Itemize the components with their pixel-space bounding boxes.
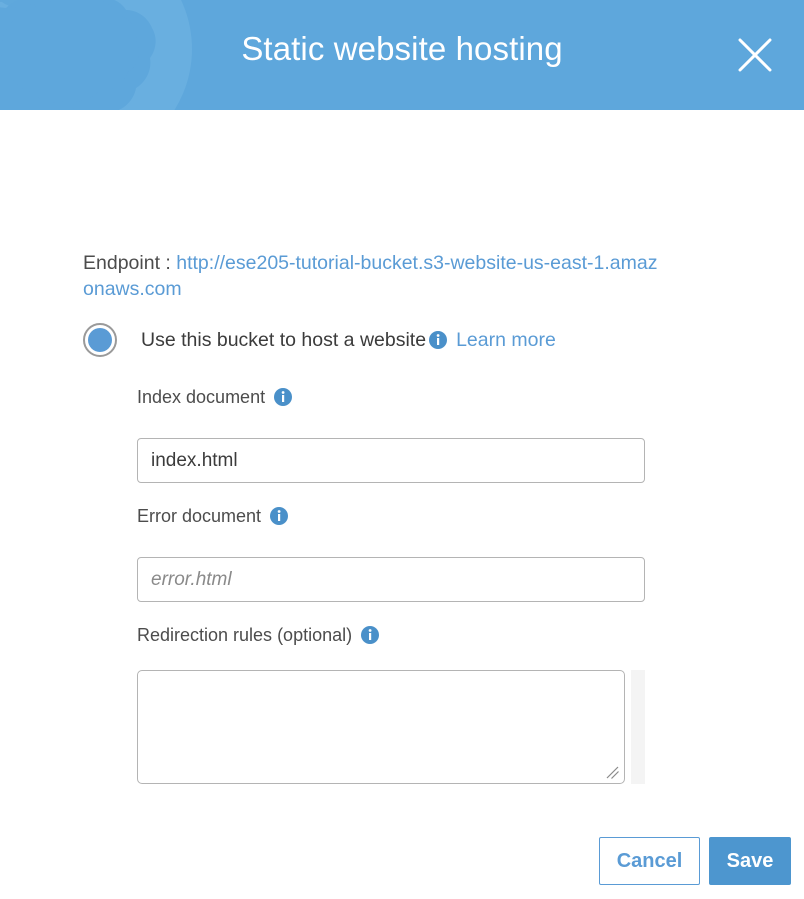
radio-row-use-bucket[interactable]: Use this bucket to host a website Learn m… [83,323,556,357]
redirection-rules-label-text: Redirection rules (optional) [137,625,353,645]
redirection-rules-label: Redirection rules (optional) [137,625,380,646]
textarea-scrollbar-track[interactable] [631,670,645,784]
index-document-label: Index document [137,387,293,408]
info-icon-index-document[interactable] [274,388,293,406]
close-icon[interactable] [732,32,778,78]
dialog-header: Static website hosting [0,0,804,110]
endpoint-row: Endpoint : http://ese205-tutorial-bucket… [83,250,663,302]
error-document-input[interactable] [137,557,645,602]
error-document-label-text: Error document [137,506,262,526]
index-document-label-text: Index document [137,387,266,407]
save-button[interactable]: Save [709,837,791,885]
radio-use-bucket[interactable] [83,323,117,357]
static-website-hosting-dialog: Static website hosting Endpoint : http:/… [0,0,804,899]
info-icon-use-bucket[interactable] [429,330,448,349]
endpoint-label: Endpoint : [83,252,171,274]
redirection-rules-textarea[interactable] [137,670,625,784]
cancel-button[interactable]: Cancel [599,837,700,885]
learn-more-link-use-bucket[interactable]: Learn more [456,329,556,351]
error-document-label: Error document [137,506,289,527]
dialog-title: Static website hosting [241,30,563,67]
radio-text-use-bucket: Use this bucket to host a website [141,328,427,351]
dialog-footer: Cancel Save [0,802,804,899]
index-document-input[interactable] [137,438,645,483]
info-icon-redirection-rules[interactable] [361,626,380,644]
radio-label-use-bucket: Use this bucket to host a website Learn m… [141,329,556,352]
info-icon-error-document[interactable] [270,507,289,525]
redirection-rules-field [137,670,645,784]
